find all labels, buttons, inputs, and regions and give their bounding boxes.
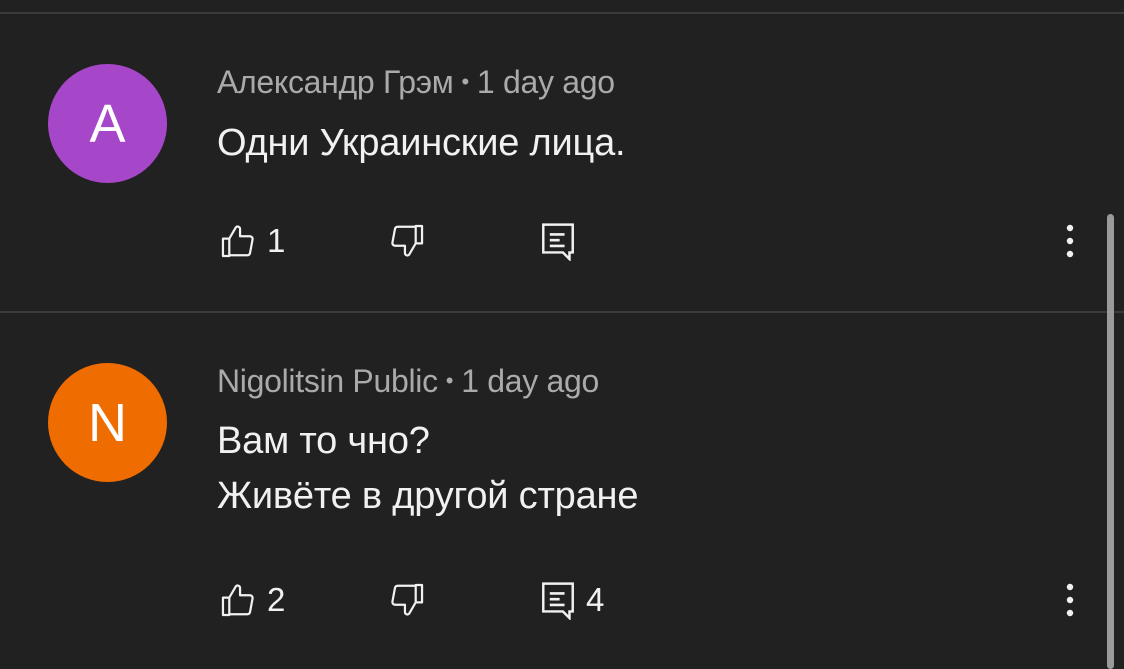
more-vertical-icon: [1066, 583, 1074, 617]
comment-reply-icon: [542, 223, 574, 261]
divider: [0, 311, 1124, 313]
comment-reply-icon: [542, 582, 574, 620]
reply-button[interactable]: [540, 221, 586, 261]
comment-time: 1 day ago: [461, 363, 600, 399]
avatar-letter: A: [89, 93, 126, 154]
like-count: 1: [267, 222, 286, 259]
comment-meta: Nigolitsin Public • 1 day ago: [217, 363, 599, 400]
avatar[interactable]: N: [48, 363, 167, 482]
thumbs-down-icon: [391, 224, 424, 257]
comment-time: 1 day ago: [476, 64, 615, 100]
more-options-button[interactable]: [1055, 221, 1085, 261]
thumbs-up-icon: [221, 584, 254, 617]
scrollbar[interactable]: [1107, 214, 1114, 669]
dislike-button[interactable]: [388, 222, 426, 260]
comments-page: A Александр Грэм • 1 day ago Одни Украинск…: [0, 0, 1124, 669]
comment-text: Вам то чно? Живёте в другой стране: [217, 414, 638, 524]
reply-count: 4: [586, 581, 605, 618]
like-button[interactable]: 2: [219, 581, 285, 619]
comment-text-line: Одни Украинские лица.: [217, 122, 626, 164]
like-button[interactable]: 1: [219, 222, 285, 260]
divider: [0, 12, 1124, 14]
more-options-button[interactable]: [1055, 580, 1085, 620]
comment-text-line: Вам то чно?: [217, 420, 430, 462]
comment-text-line: Живёте в другой стране: [217, 475, 639, 517]
reply-button[interactable]: 4: [540, 580, 604, 620]
avatar-letter: N: [88, 392, 127, 453]
like-count: 2: [267, 581, 286, 618]
more-vertical-icon: [1066, 224, 1074, 258]
thumbs-down-icon: [391, 583, 424, 616]
dislike-button[interactable]: [388, 581, 426, 619]
author-name[interactable]: Nigolitsin Public: [217, 363, 438, 399]
avatar[interactable]: A: [48, 64, 167, 183]
thumbs-up-icon: [221, 225, 254, 258]
meta-separator: •: [461, 69, 469, 94]
meta-separator: •: [445, 368, 454, 393]
author-name[interactable]: Александр Грэм: [217, 64, 454, 100]
comment-meta: Александр Грэм • 1 day ago: [217, 64, 615, 101]
comment-text: Одни Украинские лица.: [217, 116, 626, 171]
